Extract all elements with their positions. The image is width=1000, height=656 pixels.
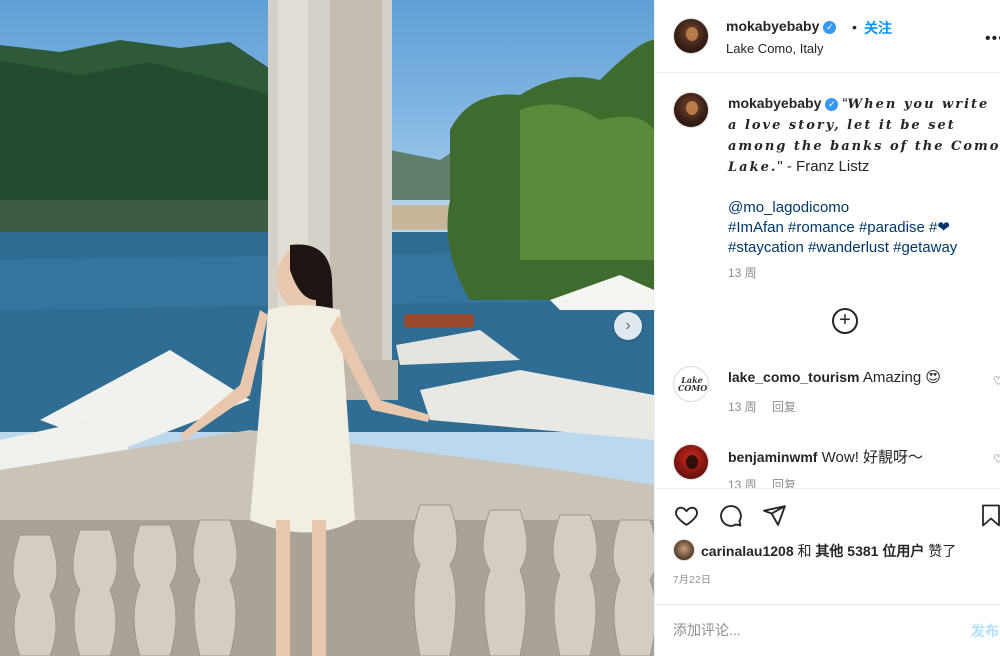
load-more-comments-button[interactable]: + [832,308,858,334]
comment-meta: 13 周 回复 [728,398,808,415]
comment-text: benjaminwmf Wow! 好靚呀～ [728,446,923,467]
plus-circle-icon: + [839,309,851,331]
commenter-username[interactable]: lake_como_tourism [728,369,860,385]
hashtags-line-2[interactable]: #staycation #wanderlust #getaway [728,239,957,256]
post-header: mokabyebaby ✓ • 关注 Lake Como, Italy ••• [655,0,1000,73]
heart-emoji: ❤ [937,219,950,236]
heart-eyes-emoji: 😍 [925,369,942,386]
lake-como-balcony-photo [0,0,654,656]
comments-list[interactable]: mokabyebaby ✓ “When you write a love stor… [655,74,1000,488]
liked-by-suffix: 赞了 [928,543,957,559]
reply-button[interactable]: 回复 [772,478,796,488]
verified-badge-icon: ✓ [825,98,839,111]
follow-button[interactable]: 关注 [864,18,892,38]
caption-timestamp: 13 周 [728,266,757,280]
mention-link[interactable]: @mo_lagodicomo [728,199,849,216]
caption-author-avatar[interactable] [673,92,709,128]
post-side-panel: mokabyebaby ✓ • 关注 Lake Como, Italy ••• m… [654,0,1000,656]
quote-attribution: " - Franz Listz [777,158,870,175]
liked-by-others[interactable]: 其他 5381 位用户 [815,543,924,559]
commenter-avatar[interactable] [673,444,709,480]
liked-by-summary[interactable]: carinalau1208 和 其他 5381 位用户 赞了 [701,541,956,561]
liker-avatar[interactable] [673,539,695,561]
author-username-text[interactable]: mokabyebaby [726,18,819,34]
reply-button[interactable]: 回复 [772,400,796,414]
commenter-username[interactable]: benjaminwmf [728,449,817,465]
liked-by-and: 和 [797,543,812,559]
more-horizontal-icon[interactable]: ••• [985,30,1000,48]
add-comment-bar: 发布 [655,604,1000,656]
like-comment-heart-icon[interactable]: ♡ [993,452,1000,466]
lake-como-logo: Lake COMO [678,375,708,393]
caption-text: mokabyebaby ✓ “When you write a love stor… [728,93,1000,258]
heart-icon[interactable] [673,503,700,528]
post-actions: carinalau1208 和 其他 5381 位用户 赞了 7月22日 [655,488,1000,603]
share-direct-icon[interactable] [761,503,788,528]
carousel-next-button[interactable]: › [614,312,642,340]
separator-dot: • [852,19,857,35]
comment-icon[interactable] [717,503,744,528]
comment-meta: 13 周 回复 [728,476,808,488]
location-link[interactable]: Lake Como, Italy [726,41,824,56]
hashtags-line-1[interactable]: #ImAfan #romance #paradise # [728,219,937,236]
comment-input[interactable] [673,617,943,643]
author-avatar[interactable] [673,18,709,54]
chevron-right-icon: › [625,317,631,334]
liker-username[interactable]: carinalau1208 [701,543,794,559]
post-comment-button[interactable]: 发布 [971,621,999,641]
post-photo: › [0,0,654,656]
comment-time: 13 周 [728,478,757,488]
comment-body: Wow! 好靚呀～ [821,449,924,466]
bookmark-icon[interactable] [981,503,1000,528]
like-comment-heart-icon[interactable]: ♡ [993,374,1000,388]
comment-time: 13 周 [728,400,757,414]
comment-body: Amazing [862,369,922,386]
caption-username[interactable]: mokabyebaby [728,95,821,111]
post-date[interactable]: 7月22日 [673,571,711,586]
author-username[interactable]: mokabyebaby ✓ [726,18,837,34]
comment-text: lake_como_tourism Amazing 😍 [728,368,941,386]
commenter-avatar[interactable]: Lake COMO [673,366,709,402]
verified-badge-icon: ✓ [823,21,837,34]
